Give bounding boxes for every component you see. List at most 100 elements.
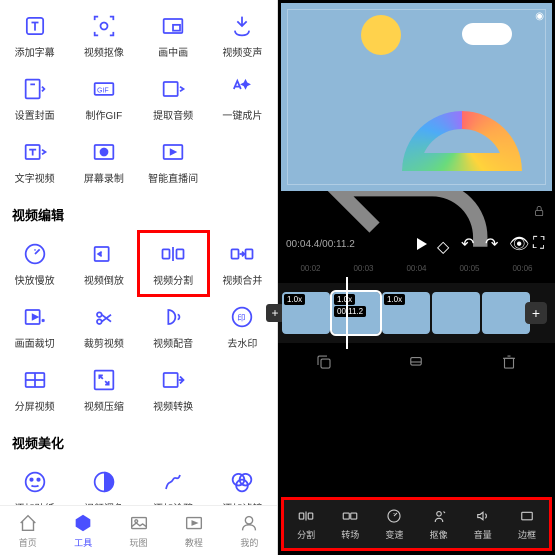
tool-label: 视频抠像 (84, 44, 124, 59)
tool-reverse[interactable]: 视频倒放 (69, 232, 138, 295)
editor-tool-cutout[interactable]: 抠像 (417, 500, 461, 548)
nav-label: 玩图 (130, 536, 148, 549)
clip-3[interactable]: 1.0x (382, 292, 430, 334)
nav-tutorial[interactable]: 教程 (166, 506, 221, 555)
tool-label: 分屏视频 (15, 398, 55, 413)
speed-icon (21, 240, 49, 268)
record-icon (90, 138, 118, 166)
tool-label: 快放慢放 (15, 272, 55, 287)
tool-gif[interactable]: GIF制作GIF (69, 67, 138, 130)
tick-label: 00:05 (459, 264, 479, 273)
tools-scroll: 添加字幕视频抠像画中画视频变声设置封面GIF制作GIF 提取音频 一键成片文字视频 屏… (0, 0, 277, 555)
editor-tool-transition[interactable]: 转场 (328, 500, 372, 548)
tool-speed[interactable]: 快放慢放 (0, 232, 69, 295)
tool-label: 文字视频 (15, 170, 55, 185)
clip-2[interactable]: 1.0x00:11.2 (332, 292, 380, 334)
editor-tool-volume[interactable]: 音量 (461, 500, 505, 548)
tool-label: 视频合并 (222, 272, 262, 287)
nav-image[interactable]: 玩图 (111, 506, 166, 555)
text-icon (21, 12, 49, 40)
tick-label: 00:03 (353, 264, 373, 273)
tool-extract[interactable]: 提取音频 (139, 67, 208, 130)
tool-label: 视频配音 (153, 335, 193, 350)
split-icon (297, 507, 315, 525)
voice-icon (228, 12, 256, 40)
lock-icon[interactable] (533, 203, 545, 219)
layer-icon[interactable] (407, 353, 425, 371)
nav-profile[interactable]: 我的 (222, 506, 277, 555)
tool-text-video[interactable]: 文字视频 (0, 130, 69, 193)
gif-icon: GIF (90, 75, 118, 103)
tools-icon (72, 512, 94, 534)
tool-voice[interactable]: 视频变声 (208, 4, 277, 67)
split-icon (159, 240, 187, 268)
tool-label: 一键成片 (222, 107, 262, 122)
timeline[interactable]: + 1.0x 1.0x00:11.2 1.0x + (278, 283, 555, 343)
tick-label: 00:04 (406, 264, 426, 273)
editor-tool-label: 抠像 (430, 528, 448, 541)
playhead[interactable] (346, 277, 348, 349)
redo-icon[interactable]: ↷ (485, 234, 499, 254)
trim-icon (90, 303, 118, 331)
copy-icon[interactable] (315, 353, 333, 371)
editor-tool-split[interactable]: 分割 (284, 500, 328, 548)
editor-bottom-toolbar: 分割转场变速抠像音量边框 (281, 497, 552, 551)
dub-icon (159, 303, 187, 331)
tool-text[interactable]: 添加字幕 (0, 4, 69, 67)
extract-icon (159, 75, 187, 103)
fullscreen-icon[interactable]: ⛶ (533, 235, 547, 253)
tool-label: 视频变声 (222, 44, 262, 59)
tool-label: 提取音频 (153, 107, 193, 122)
tool-split[interactable]: 视频分割 (139, 232, 208, 295)
nav-label: 工具 (74, 536, 92, 549)
tool-label: 画面裁切 (15, 335, 55, 350)
clip-4[interactable] (432, 292, 480, 334)
tool-dub[interactable]: 视频配音 (139, 295, 208, 358)
volume-icon (474, 507, 492, 525)
split-screen-icon (21, 366, 49, 394)
clip-1[interactable]: 1.0x (282, 292, 330, 334)
tool-trim[interactable]: 裁剪视频 (69, 295, 138, 358)
tool-crop[interactable]: 画面裁切 (0, 295, 69, 358)
tick-label: 00:02 (300, 264, 320, 273)
rec-icon: ◉ (535, 11, 544, 22)
nav-label: 我的 (240, 536, 258, 549)
watermark-icon: 印 (228, 303, 256, 331)
nav-label: 教程 (185, 536, 203, 549)
delete-icon[interactable] (500, 353, 518, 371)
focus-icon (90, 12, 118, 40)
timeline-ticks: 00:02 00:03 00:04 00:05 00:06 (278, 260, 555, 277)
section-edit-title: 视频编辑 (0, 197, 277, 228)
tool-merge[interactable]: 视频合并 (208, 232, 277, 295)
tool-label: 去水印 (227, 335, 257, 350)
svg-text:GIF: GIF (97, 88, 109, 95)
tool-compress[interactable]: 视频压缩 (69, 358, 138, 421)
tool-magic[interactable]: 一键成片 (208, 67, 277, 130)
eye-icon[interactable]: 👁 (509, 234, 523, 254)
keyframe-icon[interactable]: ◇ (437, 237, 451, 251)
tool-cover[interactable]: 设置封面 (0, 67, 69, 130)
undo2-icon[interactable]: ↶ (461, 234, 475, 254)
play-button[interactable] (417, 238, 427, 250)
editor-tool-label: 转场 (341, 528, 359, 541)
tool-live[interactable]: 智能直播间 (139, 130, 208, 193)
playback-bar: 00:04.4/00:11.2 ◇ ↶ ↷ 👁 ⛶ (278, 228, 555, 260)
tick-label: 00:06 (512, 264, 532, 273)
editor-tool-speed[interactable]: 变速 (372, 500, 416, 548)
editor-tool-border[interactable]: 边框 (505, 500, 549, 548)
tool-label: 屏幕录制 (84, 170, 124, 185)
nav-tools[interactable]: 工具 (55, 506, 110, 555)
tool-focus[interactable]: 视频抠像 (69, 4, 138, 67)
video-preview[interactable]: ◉ (281, 3, 552, 191)
image-icon (128, 512, 150, 534)
nav-home[interactable]: 首页 (0, 506, 55, 555)
add-clip-button[interactable]: + (525, 302, 547, 324)
tool-convert[interactable]: 视频转换 (139, 358, 208, 421)
text-video-icon (21, 138, 49, 166)
tool-pip[interactable]: 画中画 (139, 4, 208, 67)
tool-split-screen[interactable]: 分屏视频 (0, 358, 69, 421)
clip-5[interactable] (482, 292, 530, 334)
tool-record[interactable]: 屏幕录制 (69, 130, 138, 193)
section-beauty-title: 视频美化 (0, 425, 277, 456)
border-icon (518, 507, 536, 525)
